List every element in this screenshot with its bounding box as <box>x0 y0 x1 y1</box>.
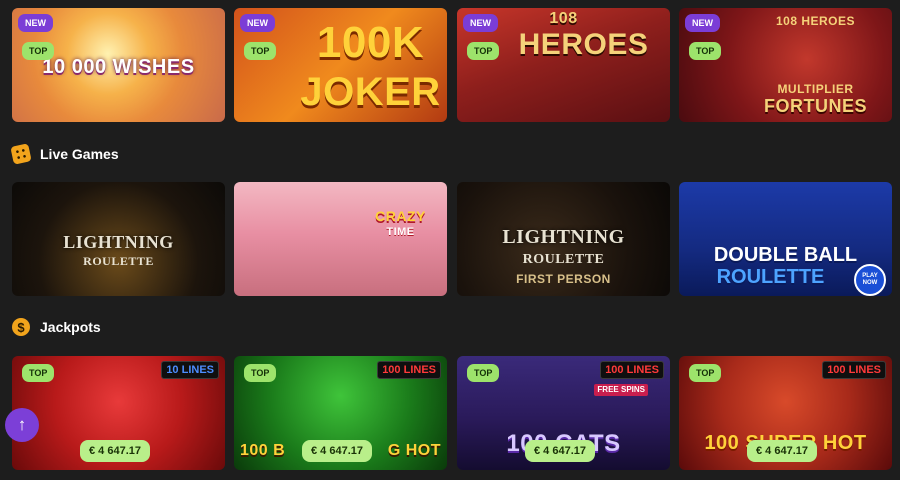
game-title-end: G HOT <box>387 442 441 459</box>
jackpot-amount: € 4 647.17 <box>747 440 817 462</box>
game-title-line3: FORTUNES <box>764 96 867 116</box>
game-tile-100-burning-hot[interactable]: 100 LINES TOP 100 B G HOT € 4 647.17 <box>234 356 447 470</box>
game-title-line1: DOUBLE BALL <box>713 244 858 266</box>
game-title-line2: HEROES <box>518 28 649 61</box>
jackpots-header: $ Jackpots <box>12 317 101 337</box>
dollar-coin-icon: $ <box>12 318 30 336</box>
game-tile-lightning-roulette-first-person[interactable]: LIGHTNING ROULETTE FIRST PERSON <box>457 182 670 296</box>
game-tile-lightning-roulette[interactable]: LIGHTNING ROULETTE <box>12 182 225 296</box>
top-badge: TOP <box>22 364 55 382</box>
dice-icon <box>10 143 32 165</box>
arrow-up-icon: ↑ <box>17 415 27 434</box>
game-title-line1: 100K <box>316 18 425 67</box>
game-title-line2: ROULETTE <box>83 254 154 268</box>
game-tile-100k-joker[interactable]: 100K JOKER NEW TOP <box>234 8 447 122</box>
game-tile-100-super-hot[interactable]: 100 LINES TOP 100 SUPER HOT € 4 647.17 <box>679 356 892 470</box>
top-badge: TOP <box>244 364 277 382</box>
free-spins-label: FREE SPINS <box>594 384 648 396</box>
new-badge: NEW <box>685 14 720 32</box>
game-tile-jackpot-10-lines[interactable]: 10 LINES TOP € 4 647.17 <box>12 356 225 470</box>
game-title-line2: ROULETTE <box>522 252 605 267</box>
top-badge: TOP <box>689 364 722 382</box>
top-badge: TOP <box>689 42 722 60</box>
game-title-line3: FIRST PERSON <box>516 272 611 286</box>
lines-label: 100 LINES <box>600 361 664 379</box>
game-title-line2: MULTIPLIER <box>777 82 854 96</box>
jackpot-amount: € 4 647.17 <box>80 440 150 462</box>
play-now-button[interactable]: PLAY NOW <box>854 264 886 296</box>
game-tile-108-heroes-multiplier-fortunes[interactable]: 108 HEROES MULTIPLIER FORTUNES NEW TOP <box>679 8 892 122</box>
game-title-line1: LIGHTNING <box>502 226 625 248</box>
live-games-row: LIGHTNING ROULETTE CRAZY TIME LIGHTNING … <box>12 182 892 296</box>
game-title-line2: JOKER <box>300 70 441 114</box>
game-tile-double-ball-roulette[interactable]: DOUBLE BALL ROULETTE PLAY NOW <box>679 182 892 296</box>
live-games-header: Live Games <box>10 143 119 165</box>
lines-label: 10 LINES <box>161 361 219 379</box>
jackpots-row: 10 LINES TOP € 4 647.17 100 LINES TOP 10… <box>12 356 892 470</box>
top-badge: TOP <box>467 42 500 60</box>
new-badge: NEW <box>18 14 53 32</box>
top-badge: TOP <box>244 42 277 60</box>
lines-label: 100 LINES <box>377 361 441 379</box>
game-title-line1: LIGHTNING <box>63 232 174 252</box>
slots-row: 10 000 WISHES NEW TOP 100K JOKER NEW TOP… <box>12 8 892 122</box>
jackpot-amount: € 4 647.17 <box>525 440 595 462</box>
live-games-title: Live Games <box>40 146 119 162</box>
game-tile-crazy-time[interactable]: CRAZY TIME <box>234 182 447 296</box>
game-title-line1: CRAZY <box>375 208 426 224</box>
game-tile-108-heroes[interactable]: 108 HEROES NEW TOP <box>457 8 670 122</box>
game-artwork <box>234 182 447 296</box>
new-badge: NEW <box>240 14 275 32</box>
top-badge: TOP <box>22 42 55 60</box>
new-badge: NEW <box>463 14 498 32</box>
game-title-line2: TIME <box>386 226 415 238</box>
game-tile-100-cats[interactable]: 100 LINES FREE SPINS TOP 100 CATS € 4 64… <box>457 356 670 470</box>
game-title-line1: 108 HEROES <box>775 14 856 28</box>
game-tile-10000-wishes[interactable]: 10 000 WISHES NEW TOP <box>12 8 225 122</box>
jackpot-amount: € 4 647.17 <box>302 440 372 462</box>
top-badge: TOP <box>467 364 500 382</box>
jackpots-title: Jackpots <box>40 319 101 335</box>
scroll-to-top-button[interactable]: ↑ <box>5 408 39 442</box>
lines-label: 100 LINES <box>822 361 886 379</box>
